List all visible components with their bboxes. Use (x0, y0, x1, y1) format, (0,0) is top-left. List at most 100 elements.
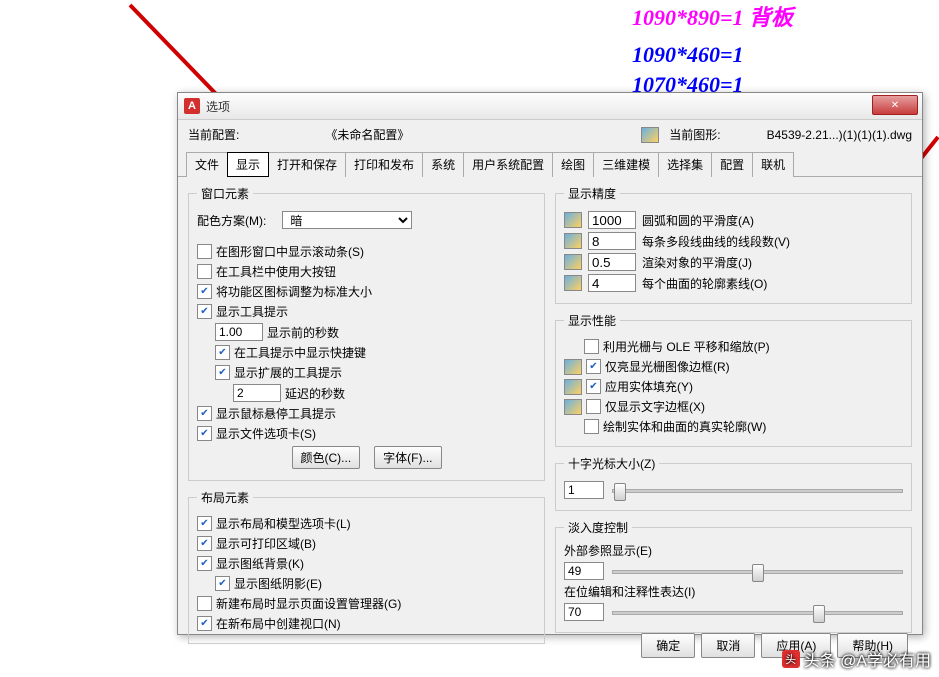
inplace-fade-input[interactable] (564, 603, 604, 621)
tab-userpref[interactable]: 用户系统配置 (463, 152, 553, 177)
solidfill-checkbox[interactable] (586, 379, 601, 394)
ok-button[interactable]: 确定 (641, 633, 695, 658)
rollover-label: 显示鼠标悬停工具提示 (216, 405, 336, 422)
app-icon: A (184, 98, 200, 114)
current-profile-value: 《未命名配置》 (325, 126, 409, 143)
rollover-checkbox[interactable] (197, 406, 212, 421)
pagesetup-checkbox[interactable] (197, 596, 212, 611)
papershadow-checkbox[interactable] (215, 576, 230, 591)
tab-display[interactable]: 显示 (227, 152, 269, 177)
prec-icon (564, 275, 582, 291)
render-smooth-label: 渲染对象的平滑度(J) (642, 254, 752, 271)
rasterframe-checkbox[interactable] (586, 359, 601, 374)
crosshair-group: 十字光标大小(Z) (555, 455, 912, 511)
tooltip-delay-input[interactable] (215, 323, 263, 341)
contour-label: 每个曲面的轮廓素线(O) (642, 275, 767, 292)
background-text-1: 1090*890=1 背板 (632, 0, 793, 32)
inplace-fade-slider[interactable] (612, 603, 903, 621)
background-text-2: 1090*460=1 (632, 42, 744, 68)
tab-print[interactable]: 打印和发布 (345, 152, 423, 177)
scrollbars-label: 在图形窗口中显示滚动条(S) (216, 243, 364, 260)
tooltips-label: 显示工具提示 (216, 303, 288, 320)
watermark: 头 头条 @A学必有用 (782, 647, 931, 671)
color-scheme-label: 配色方案(M): (197, 212, 266, 229)
shortcut-checkbox[interactable] (215, 345, 230, 360)
close-button[interactable]: ✕ (872, 95, 918, 115)
layout-elements-legend: 布局元素 (197, 489, 253, 506)
ext-tooltip-checkbox[interactable] (215, 365, 230, 380)
xref-fade-label: 外部参照显示(E) (564, 542, 903, 559)
ext-delay-input[interactable] (233, 384, 281, 402)
color-scheme-select[interactable]: 暗 (282, 211, 412, 229)
ribbon-icons-label: 将功能区图标调整为标准大小 (216, 283, 372, 300)
contour-input[interactable] (588, 274, 636, 292)
layouttabs-label: 显示布局和模型选项卡(L) (216, 515, 351, 532)
panzoom-checkbox[interactable] (584, 339, 599, 354)
colors-button[interactable]: 颜色(C)... (292, 446, 361, 469)
window-elements-legend: 窗口元素 (197, 185, 253, 202)
tab-opensave[interactable]: 打开和保存 (268, 152, 346, 177)
tab-system[interactable]: 系统 (422, 152, 464, 177)
perf-icon (564, 359, 582, 375)
prec-icon (564, 254, 582, 270)
textframe-checkbox[interactable] (586, 399, 601, 414)
info-bar: 当前配置: 《未命名配置》 当前图形: B4539-2.21...)(1)(1)… (178, 120, 922, 149)
crosshair-slider[interactable] (612, 481, 903, 499)
paperbg-label: 显示图纸背景(K) (216, 555, 304, 572)
tab-draft[interactable]: 绘图 (552, 152, 594, 177)
watermark-icon: 头 (782, 650, 800, 668)
display-performance-legend: 显示性能 (564, 312, 620, 329)
dialog-title: 选项 (206, 98, 230, 115)
inplace-fade-label: 在位编辑和注释性表达(I) (564, 583, 903, 600)
fade-control-group: 淡入度控制 外部参照显示(E) 在位编辑和注释性表达(I) (555, 519, 912, 633)
options-dialog: A 选项 ✕ 当前配置: 《未命名配置》 当前图形: B4539-2.21...… (177, 92, 923, 635)
render-smooth-input[interactable] (588, 253, 636, 271)
tab-profiles[interactable]: 配置 (711, 152, 753, 177)
current-profile-label: 当前配置: (188, 126, 239, 143)
drawing-icon (641, 127, 659, 143)
arc-smooth-label: 圆弧和圆的平滑度(A) (642, 212, 754, 229)
shortcut-label: 在工具提示中显示快捷键 (234, 344, 366, 361)
layouttabs-checkbox[interactable] (197, 516, 212, 531)
silhouette-label: 绘制实体和曲面的真实轮廓(W) (603, 418, 766, 435)
textframe-label: 仅显示文字边框(X) (605, 398, 705, 415)
ext-tooltip-label: 显示扩展的工具提示 (234, 364, 342, 381)
paperbg-checkbox[interactable] (197, 556, 212, 571)
tab-3d[interactable]: 三维建模 (593, 152, 659, 177)
filetabs-label: 显示文件选项卡(S) (216, 425, 316, 442)
xref-fade-slider[interactable] (612, 562, 903, 580)
pline-seg-label: 每条多段线曲线的线段数(V) (642, 233, 790, 250)
ribbon-icons-checkbox[interactable] (197, 284, 212, 299)
fonts-button[interactable]: 字体(F)... (374, 446, 441, 469)
silhouette-checkbox[interactable] (584, 419, 599, 434)
tab-content: 窗口元素 配色方案(M): 暗 在图形窗口中显示滚动条(S) 在工具栏中使用大按… (178, 177, 922, 625)
large-buttons-checkbox[interactable] (197, 264, 212, 279)
xref-fade-input[interactable] (564, 562, 604, 580)
pline-seg-input[interactable] (588, 232, 636, 250)
tab-bar: 文件 显示 打开和保存 打印和发布 系统 用户系统配置 绘图 三维建模 选择集 … (178, 151, 922, 177)
perf-icon (564, 399, 582, 415)
current-drawing-label: 当前图形: (669, 126, 720, 143)
tab-online[interactable]: 联机 (752, 152, 794, 177)
cancel-button[interactable]: 取消 (701, 633, 755, 658)
tab-file[interactable]: 文件 (186, 152, 228, 177)
prec-icon (564, 233, 582, 249)
arc-smooth-input[interactable] (588, 211, 636, 229)
watermark-text: 头条 @A学必有用 (804, 647, 931, 671)
titlebar[interactable]: A 选项 ✕ (178, 93, 922, 120)
crosshair-legend: 十字光标大小(Z) (564, 455, 659, 472)
printable-checkbox[interactable] (197, 536, 212, 551)
solidfill-label: 应用实体填充(Y) (605, 378, 693, 395)
layout-elements-group: 布局元素 显示布局和模型选项卡(L) 显示可打印区域(B) 显示图纸背景(K) … (188, 489, 545, 644)
filetabs-checkbox[interactable] (197, 426, 212, 441)
scrollbars-checkbox[interactable] (197, 244, 212, 259)
tab-selection[interactable]: 选择集 (658, 152, 712, 177)
viewport-checkbox[interactable] (197, 616, 212, 631)
printable-label: 显示可打印区域(B) (216, 535, 316, 552)
current-drawing-value: B4539-2.21...)(1)(1)(1).dwg (767, 128, 912, 142)
perf-icon (564, 379, 582, 395)
crosshair-input[interactable] (564, 481, 604, 499)
display-resolution-legend: 显示精度 (564, 185, 620, 202)
display-performance-group: 显示性能 利用光栅与 OLE 平移和缩放(P) 仅亮显光栅图像边框(R) 应用实… (555, 312, 912, 447)
tooltips-checkbox[interactable] (197, 304, 212, 319)
